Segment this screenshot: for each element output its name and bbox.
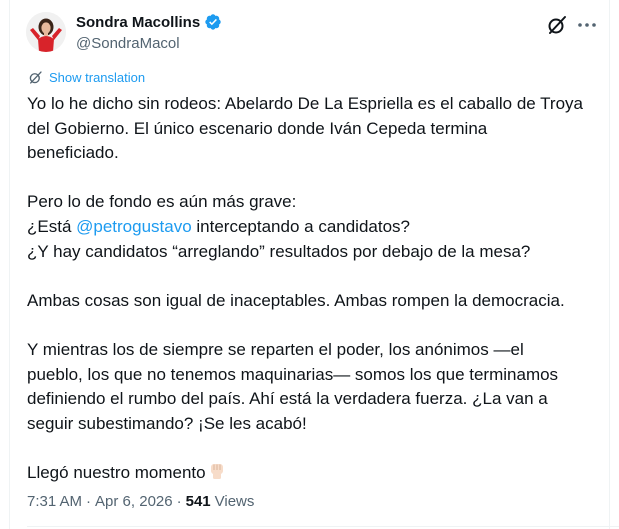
post-line: ¿Y hay candidatos “arreglando” resultado… [27, 241, 531, 261]
divider [27, 526, 619, 527]
mention-link[interactable]: @petrogustavo [76, 217, 192, 236]
post-line: pueblo, los que no tenemos maquinarias— … [27, 364, 559, 384]
views-label: Views [214, 493, 255, 510]
post-line-with-mention: ¿Está @petrogustavo interceptando a cand… [27, 215, 597, 240]
post-line: del Gobierno. El único escenario donde I… [27, 118, 488, 138]
show-translation-link[interactable]: Show translation [28, 70, 145, 85]
meta-separator: · [86, 493, 92, 510]
grok-slash-circle-icon [548, 16, 566, 34]
post-line: definiendo el rumbo del país. Ahí está l… [27, 389, 548, 409]
post-text-segment: interceptando a candidatos? [191, 216, 410, 236]
post-paragraph-1: Yo lo he dicho sin rodeos: Abelardo De L… [27, 92, 597, 166]
meta-separator: · [176, 493, 182, 510]
post-line: beneficiado. [27, 143, 119, 163]
post-text-segment: ¿Está [27, 216, 77, 236]
author-name[interactable]: Sondra Macollins [76, 14, 200, 31]
translate-icon [29, 71, 42, 84]
raised-fist-emoji [210, 463, 223, 479]
post-line: Pero lo de fondo es aún más grave: [27, 192, 297, 212]
show-translation-label[interactable]: Show translation [49, 70, 145, 85]
post-paragraph-4: Y mientras los de siempre se reparten el… [27, 338, 597, 436]
post-time[interactable]: 7:31 AM [27, 493, 82, 510]
author-name-row[interactable]: Sondra Macollins [76, 13, 222, 31]
more-horizontal-icon [578, 23, 596, 27]
post-meta: 7:31 AM · Apr 6, 2026 · 541 Views [27, 493, 254, 510]
post-line: Yo lo he dicho sin rodeos: Abelardo De L… [27, 94, 584, 113]
grok-button[interactable] [546, 14, 568, 36]
post-text-segment: Llegó nuestro momento [27, 462, 206, 482]
author-handle[interactable]: @SondraMacol [76, 35, 180, 52]
post-line: Y mientras los de siempre se reparten el… [27, 339, 524, 359]
post-text: Yo lo he dicho sin rodeos: Abelardo De L… [27, 92, 597, 486]
avatar[interactable] [26, 12, 66, 52]
views-count: 541 [185, 493, 211, 510]
verified-badge-icon [205, 14, 221, 30]
post-date[interactable]: Apr 6, 2026 [95, 493, 173, 510]
post-paragraph-3: Ambas cosas son igual de inaceptables. A… [27, 289, 597, 314]
post-line: Ambas cosas son igual de inaceptables. A… [27, 290, 565, 310]
post-paragraph-5: Llegó nuestro momento [27, 461, 597, 486]
post-paragraph-2: Pero lo de fondo es aún más grave: ¿Está… [27, 190, 597, 264]
post-line: seguir subestimando? ¡Se les acabó! [27, 413, 307, 433]
more-options-button[interactable] [575, 13, 599, 37]
avatar-image [26, 12, 66, 52]
post-line-with-emoji: Llegó nuestro momento [27, 461, 597, 486]
